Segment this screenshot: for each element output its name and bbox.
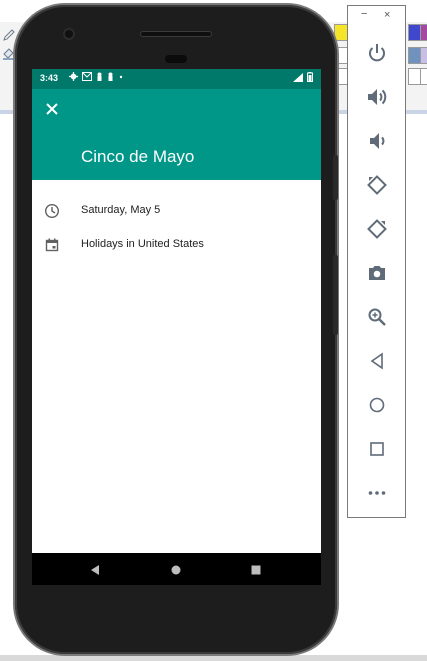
rotate-left-icon — [367, 175, 387, 195]
sim-card-icon — [108, 72, 113, 81]
signal-icon — [293, 72, 303, 82]
volume-side-button — [333, 255, 338, 335]
recents-icon[interactable] — [248, 562, 264, 578]
dot-icon — [119, 75, 123, 79]
camera-icon — [369, 266, 385, 280]
front-camera — [65, 30, 73, 38]
message-icon — [82, 72, 92, 81]
power-button[interactable] — [365, 41, 389, 65]
earpiece-speaker — [141, 32, 211, 36]
calendar-icon — [45, 238, 59, 252]
clock-icon — [44, 203, 60, 219]
more-dots-icon — [368, 491, 386, 495]
status-system-icons — [293, 72, 313, 82]
settings-gear-icon — [69, 72, 78, 81]
home-icon[interactable] — [168, 562, 184, 578]
power-side-button — [333, 155, 338, 200]
zoom-in-icon — [368, 308, 386, 326]
screenshot-button[interactable] — [365, 261, 389, 285]
minimize-button[interactable]: − — [361, 8, 367, 20]
home-circle-icon — [369, 397, 385, 413]
overview-button[interactable] — [365, 437, 389, 461]
power-icon — [369, 44, 385, 62]
volume-up-icon — [368, 89, 387, 105]
event-date-row: Saturday, May 5 — [32, 199, 321, 223]
emulator-window-controls: − × — [348, 8, 405, 26]
back-button[interactable] — [365, 349, 389, 373]
back-icon[interactable] — [87, 562, 103, 578]
event-calendar-name: Holidays in United States — [81, 238, 204, 250]
event-app-bar: Cinco de Mayo — [32, 89, 321, 180]
status-time: 3:43 — [40, 73, 59, 83]
overview-square-icon — [370, 442, 384, 456]
phone-screen: 3:43 Cinco de Mayo Saturday, May 5 Holid… — [32, 69, 321, 585]
event-title: Cinco de Mayo — [81, 147, 195, 166]
volume-down-button[interactable] — [365, 129, 389, 153]
rotate-left-button[interactable] — [365, 173, 389, 197]
more-options-button[interactable] — [365, 481, 389, 505]
rotate-right-button[interactable] — [365, 217, 389, 241]
close-icon[interactable] — [42, 99, 62, 119]
color-swatch-empty[interactable] — [420, 68, 427, 85]
android-navigation-bar — [32, 553, 321, 585]
event-calendar-row: Holidays in United States — [32, 233, 321, 257]
home-button[interactable] — [365, 393, 389, 417]
status-notification-icons — [69, 72, 124, 81]
zoom-button[interactable] — [365, 305, 389, 329]
event-date: Saturday, May 5 — [81, 204, 161, 216]
volume-down-icon — [370, 133, 385, 149]
volume-up-button[interactable] — [365, 85, 389, 109]
emulator-control-panel: − × — [347, 5, 406, 518]
fill-bucket-icon[interactable] — [2, 46, 16, 60]
pencil-icon[interactable] — [2, 28, 16, 42]
sim-card-icon — [97, 72, 102, 81]
battery-icon — [307, 72, 313, 82]
background-app-footer — [0, 655, 427, 661]
status-bar: 3:43 — [32, 69, 321, 89]
proximity-sensor — [165, 55, 187, 63]
color-swatch-purple[interactable] — [420, 24, 427, 41]
rotate-right-icon — [367, 219, 387, 239]
back-triangle-icon — [370, 352, 383, 370]
close-window-button[interactable]: × — [384, 9, 390, 21]
color-swatch-yellow[interactable] — [334, 24, 348, 41]
color-swatch-lavender[interactable] — [420, 47, 427, 64]
phone-frame: 3:43 Cinco de Mayo Saturday, May 5 Holid… — [15, 5, 338, 654]
